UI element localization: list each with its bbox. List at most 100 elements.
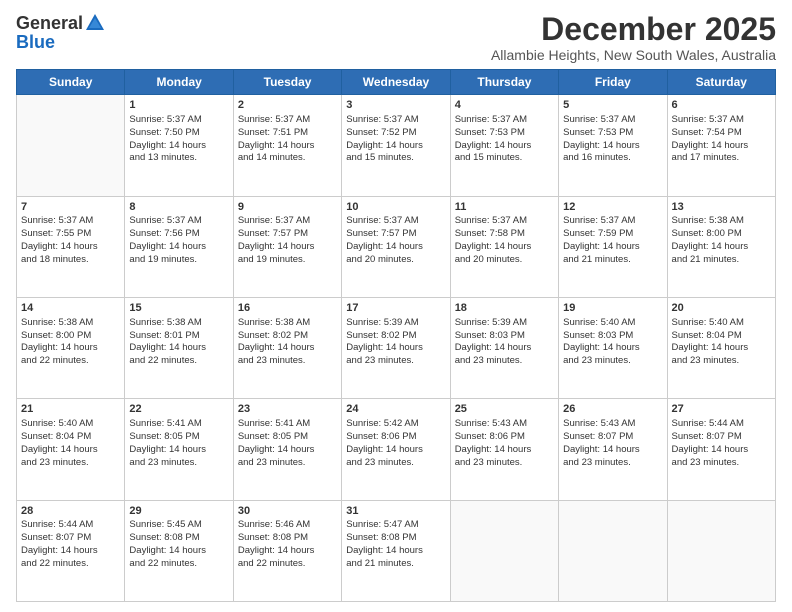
day-info-line: and 23 minutes.	[21, 457, 120, 470]
col-saturday: Saturday	[667, 70, 775, 95]
col-tuesday: Tuesday	[233, 70, 341, 95]
day-number: 18	[455, 301, 554, 316]
day-info-line: and 21 minutes.	[346, 558, 445, 571]
day-info-line: Sunset: 8:05 PM	[238, 431, 337, 444]
day-info-line: Sunset: 7:50 PM	[129, 127, 228, 140]
day-info-line: and 19 minutes.	[238, 254, 337, 267]
day-info-line: Daylight: 14 hours	[672, 241, 771, 254]
day-number: 21	[21, 402, 120, 417]
day-info-line: and 23 minutes.	[238, 457, 337, 470]
day-number: 29	[129, 504, 228, 519]
logo-blue-text: Blue	[16, 32, 55, 52]
day-number: 6	[672, 98, 771, 113]
day-number: 2	[238, 98, 337, 113]
day-info-line: Daylight: 14 hours	[346, 545, 445, 558]
day-info-line: Sunset: 8:07 PM	[563, 431, 662, 444]
day-number: 9	[238, 200, 337, 215]
day-info-line: and 23 minutes.	[672, 457, 771, 470]
day-info-line: Daylight: 14 hours	[455, 342, 554, 355]
day-info-line: and 22 minutes.	[21, 558, 120, 571]
calendar-table: Sunday Monday Tuesday Wednesday Thursday…	[16, 69, 776, 602]
day-info-line: Sunrise: 5:46 AM	[238, 519, 337, 532]
day-info-line: Sunset: 7:52 PM	[346, 127, 445, 140]
day-number: 22	[129, 402, 228, 417]
day-info-line: Sunset: 7:59 PM	[563, 228, 662, 241]
day-info-line: Daylight: 14 hours	[346, 241, 445, 254]
day-info-line: Sunset: 7:58 PM	[455, 228, 554, 241]
table-row: 15Sunrise: 5:38 AMSunset: 8:01 PMDayligh…	[125, 297, 233, 398]
day-info-line: Sunrise: 5:38 AM	[129, 317, 228, 330]
table-row: 11Sunrise: 5:37 AMSunset: 7:58 PMDayligh…	[450, 196, 558, 297]
day-number: 11	[455, 200, 554, 215]
day-info-line: and 22 minutes.	[129, 355, 228, 368]
day-info-line: and 21 minutes.	[563, 254, 662, 267]
day-info-line: Sunset: 8:07 PM	[672, 431, 771, 444]
day-info-line: Sunset: 7:55 PM	[21, 228, 120, 241]
day-info-line: and 23 minutes.	[672, 355, 771, 368]
calendar-week-row: 28Sunrise: 5:44 AMSunset: 8:07 PMDayligh…	[17, 500, 776, 601]
table-row: 31Sunrise: 5:47 AMSunset: 8:08 PMDayligh…	[342, 500, 450, 601]
table-row: 5Sunrise: 5:37 AMSunset: 7:53 PMDaylight…	[559, 95, 667, 196]
day-info-line: Sunset: 7:53 PM	[455, 127, 554, 140]
day-info-line: and 15 minutes.	[346, 152, 445, 165]
day-info-line: and 21 minutes.	[672, 254, 771, 267]
table-row: 27Sunrise: 5:44 AMSunset: 8:07 PMDayligh…	[667, 399, 775, 500]
day-info-line: and 17 minutes.	[672, 152, 771, 165]
day-info-line: and 23 minutes.	[563, 355, 662, 368]
table-row	[559, 500, 667, 601]
day-info-line: Daylight: 14 hours	[455, 241, 554, 254]
day-info-line: Sunrise: 5:38 AM	[238, 317, 337, 330]
day-info-line: Daylight: 14 hours	[21, 241, 120, 254]
table-row: 4Sunrise: 5:37 AMSunset: 7:53 PMDaylight…	[450, 95, 558, 196]
day-info-line: Sunrise: 5:37 AM	[129, 215, 228, 228]
day-info-line: Daylight: 14 hours	[455, 444, 554, 457]
day-info-line: Sunset: 8:02 PM	[346, 330, 445, 343]
table-row: 20Sunrise: 5:40 AMSunset: 8:04 PMDayligh…	[667, 297, 775, 398]
table-row: 8Sunrise: 5:37 AMSunset: 7:56 PMDaylight…	[125, 196, 233, 297]
day-info-line: and 23 minutes.	[346, 457, 445, 470]
table-row: 30Sunrise: 5:46 AMSunset: 8:08 PMDayligh…	[233, 500, 341, 601]
day-info-line: Sunset: 7:57 PM	[346, 228, 445, 241]
day-info-line: Sunset: 7:53 PM	[563, 127, 662, 140]
table-row: 13Sunrise: 5:38 AMSunset: 8:00 PMDayligh…	[667, 196, 775, 297]
day-info-line: Sunset: 8:03 PM	[455, 330, 554, 343]
day-info-line: Sunrise: 5:39 AM	[346, 317, 445, 330]
header: General Blue December 2025 Allambie Heig…	[16, 12, 776, 63]
day-info-line: Daylight: 14 hours	[238, 140, 337, 153]
day-info-line: and 22 minutes.	[21, 355, 120, 368]
table-row: 16Sunrise: 5:38 AMSunset: 8:02 PMDayligh…	[233, 297, 341, 398]
day-number: 30	[238, 504, 337, 519]
day-info-line: Daylight: 14 hours	[346, 342, 445, 355]
day-number: 26	[563, 402, 662, 417]
logo-general: General	[16, 13, 83, 34]
day-info-line: Daylight: 14 hours	[21, 444, 120, 457]
day-info-line: Sunset: 8:01 PM	[129, 330, 228, 343]
day-info-line: Sunset: 8:07 PM	[21, 532, 120, 545]
day-info-line: Sunset: 8:08 PM	[238, 532, 337, 545]
calendar-header-row: Sunday Monday Tuesday Wednesday Thursday…	[17, 70, 776, 95]
day-number: 1	[129, 98, 228, 113]
table-row: 21Sunrise: 5:40 AMSunset: 8:04 PMDayligh…	[17, 399, 125, 500]
day-info-line: and 23 minutes.	[455, 355, 554, 368]
day-info-line: and 22 minutes.	[238, 558, 337, 571]
day-info-line: Daylight: 14 hours	[672, 444, 771, 457]
day-number: 17	[346, 301, 445, 316]
table-row: 23Sunrise: 5:41 AMSunset: 8:05 PMDayligh…	[233, 399, 341, 500]
day-info-line: Daylight: 14 hours	[672, 140, 771, 153]
day-number: 5	[563, 98, 662, 113]
day-info-line: Sunrise: 5:47 AM	[346, 519, 445, 532]
day-number: 13	[672, 200, 771, 215]
day-info-line: and 23 minutes.	[346, 355, 445, 368]
table-row	[17, 95, 125, 196]
day-info-line: Daylight: 14 hours	[346, 444, 445, 457]
table-row: 26Sunrise: 5:43 AMSunset: 8:07 PMDayligh…	[559, 399, 667, 500]
day-info-line: Daylight: 14 hours	[21, 342, 120, 355]
day-number: 10	[346, 200, 445, 215]
day-number: 7	[21, 200, 120, 215]
col-sunday: Sunday	[17, 70, 125, 95]
table-row: 12Sunrise: 5:37 AMSunset: 7:59 PMDayligh…	[559, 196, 667, 297]
day-number: 20	[672, 301, 771, 316]
day-info-line: and 23 minutes.	[563, 457, 662, 470]
day-info-line: Sunset: 7:54 PM	[672, 127, 771, 140]
day-info-line: and 23 minutes.	[238, 355, 337, 368]
